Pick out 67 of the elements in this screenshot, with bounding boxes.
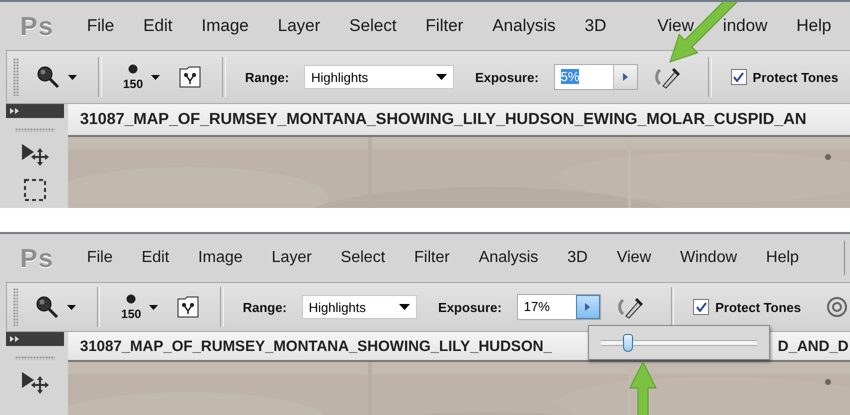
- menu-item[interactable]: Select: [349, 14, 397, 38]
- caret-icon: [151, 74, 160, 80]
- menu-item[interactable]: Analysis: [478, 247, 538, 269]
- slider-thumb[interactable]: [622, 334, 633, 352]
- document-tab-title[interactable]: 31087_MAP_OF_RUMSEY_MONTANA_SHOWING_LILY_HUDSON_: [80, 338, 552, 354]
- range-dropdown[interactable]: Highlights: [304, 65, 454, 89]
- menu-item[interactable]: Select: [340, 247, 386, 269]
- move-tool-icon: [20, 142, 50, 168]
- menu-item[interactable]: File: [86, 247, 113, 269]
- app-logo: Ps: [20, 242, 54, 274]
- menu-item[interactable]: Edit: [142, 247, 170, 269]
- app-logo: Ps: [20, 10, 54, 42]
- menu-item[interactable]: Filter: [426, 14, 464, 38]
- marquee-tool-icon: [23, 178, 47, 202]
- menu-item[interactable]: View: [616, 247, 652, 269]
- protect-tones-checkbox[interactable]: Protect Tones: [730, 69, 838, 85]
- menu-item[interactable]: Image: [198, 247, 243, 269]
- brush-size: 150: [121, 306, 142, 320]
- expand-icon: [10, 336, 19, 342]
- brush-panel-button[interactable]: [175, 294, 202, 320]
- brush-panel-button[interactable]: [177, 64, 204, 90]
- check-icon: [696, 302, 707, 312]
- menu-item[interactable]: 3D: [567, 247, 588, 269]
- menu-item[interactable]: Analysis: [492, 14, 556, 38]
- exposure-label: Exposure:: [475, 70, 539, 84]
- brush-panel-icon: [177, 296, 200, 318]
- range-label: Range:: [245, 70, 290, 84]
- range-label: Range:: [242, 300, 287, 314]
- exposure-label: Exposure:: [438, 300, 502, 314]
- menu-item[interactable]: Help: [796, 14, 832, 38]
- slider-toggle-button[interactable]: [576, 295, 600, 319]
- brush-dot-icon: [128, 64, 138, 74]
- brush-dot-icon: [126, 294, 136, 304]
- slider-toggle-button[interactable]: [612, 65, 637, 89]
- move-tool-icon: [20, 370, 50, 396]
- triangle-icon: [622, 73, 628, 81]
- triangle-icon: [585, 303, 590, 311]
- caret-icon: [149, 304, 158, 310]
- menu-item[interactable]: File: [86, 14, 114, 38]
- dropdown-caret-icon: [399, 304, 410, 310]
- magnifier-icon: [36, 65, 60, 89]
- caret-icon: [68, 74, 77, 80]
- menu-item[interactable]: Layer: [272, 247, 312, 269]
- caret-icon: [66, 304, 76, 310]
- brush-size: 150: [123, 76, 144, 90]
- brush-picker-button[interactable]: 150: [121, 62, 162, 92]
- menu-item[interactable]: View: [657, 14, 694, 38]
- menu-item[interactable]: Filter: [414, 247, 450, 269]
- pointer-arrow: [629, 360, 657, 415]
- brush-picker-button[interactable]: 150: [119, 292, 160, 322]
- dropdown-caret-icon: [436, 74, 448, 80]
- expand-icon: [10, 108, 19, 114]
- document-tab-title[interactable]: D_AND_D: [778, 338, 849, 354]
- menu-item[interactable]: Layer: [278, 14, 320, 38]
- pressure-icon: [826, 296, 848, 318]
- menu-item[interactable]: indow: [722, 14, 768, 38]
- menu-item[interactable]: Image: [202, 14, 249, 38]
- menu-item[interactable]: Window: [680, 247, 738, 269]
- range-dropdown[interactable]: Highlights: [302, 295, 418, 319]
- protect-tones-checkbox[interactable]: Protect Tones: [693, 299, 801, 315]
- exposure-field[interactable]: 17%: [516, 294, 601, 320]
- brush-panel-icon: [179, 66, 202, 88]
- check-icon: [733, 72, 744, 82]
- magnifier-icon: [34, 295, 59, 319]
- menu-item[interactable]: Edit: [143, 14, 173, 38]
- menu-item[interactable]: 3D: [584, 14, 606, 38]
- menu-item[interactable]: Help: [766, 247, 799, 269]
